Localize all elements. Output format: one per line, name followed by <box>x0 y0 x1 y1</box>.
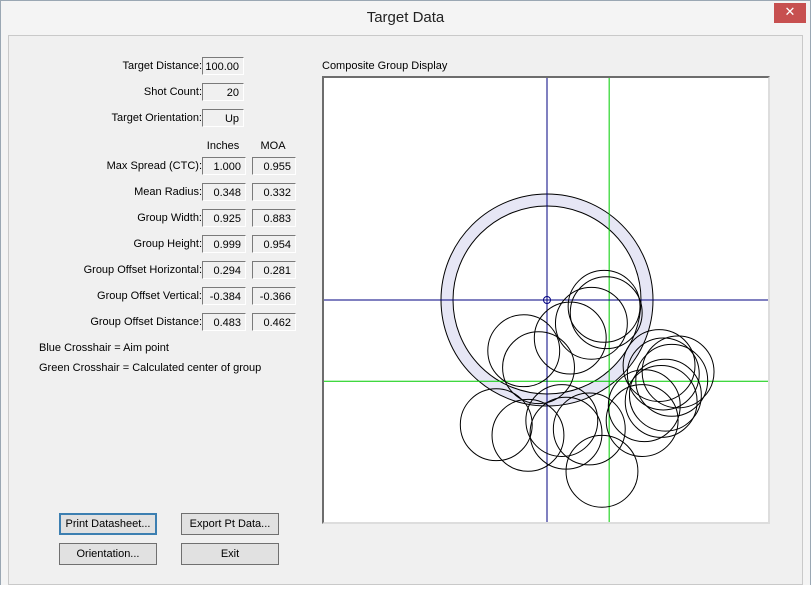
max-spread-inches: 1.000 <box>202 157 246 175</box>
offset-vertical-inches: -0.384 <box>202 287 246 305</box>
mean-radius-inches: 0.348 <box>202 183 246 201</box>
offset-vertical-label: Group Offset Vertical: <box>97 290 202 302</box>
close-icon: ✕ <box>784 5 796 20</box>
mean-radius-moa: 0.332 <box>252 183 296 201</box>
mean-radius-label: Mean Radius: <box>134 186 202 198</box>
shot-hole-14 <box>605 384 679 457</box>
offset-vertical-moa: -0.366 <box>252 287 296 305</box>
export-pt-data-button[interactable]: Export Pt Data... <box>181 513 279 535</box>
shot-hole-13 <box>607 369 681 443</box>
shot-hole-17 <box>529 396 603 470</box>
client-area: Target Distance: 100.00 Shot Count: 20 T… <box>8 35 803 585</box>
offset-horizontal-inches: 0.294 <box>202 261 246 279</box>
target-orientation-value: Up <box>202 109 244 127</box>
group-height-inches: 0.999 <box>202 235 246 253</box>
group-width-label: Group Width: <box>137 212 202 224</box>
target-data-window: Target Data ✕ Target Distance: 100.00 Sh… <box>0 0 811 593</box>
group-plot <box>324 78 768 522</box>
close-button[interactable]: ✕ <box>774 3 806 23</box>
offset-distance-inches: 0.483 <box>202 313 246 331</box>
target-orientation-label: Target Orientation: <box>111 112 203 124</box>
blue-crosshair-note: Blue Crosshair = Aim point <box>39 342 169 354</box>
orientation-button[interactable]: Orientation... <box>59 543 157 565</box>
group-height-label: Group Height: <box>133 238 202 250</box>
composite-group-display <box>322 76 770 524</box>
green-crosshair-note: Green Crosshair = Calculated center of g… <box>39 362 262 374</box>
max-spread-moa: 0.955 <box>252 157 296 175</box>
shot-hole-5 <box>487 314 561 388</box>
offset-distance-moa: 0.462 <box>252 313 296 331</box>
shot-hole-16 <box>491 398 565 472</box>
shot-hole-18 <box>552 392 626 466</box>
offset-horizontal-moa: 0.281 <box>252 261 296 279</box>
target-distance-label: Target Distance: <box>122 60 202 72</box>
moa-column-header: MOA <box>260 140 286 152</box>
shot-count-label: Shot Count: <box>143 86 202 98</box>
shot-hole-4 <box>567 269 641 343</box>
exit-button[interactable]: Exit <box>181 543 279 565</box>
offset-horizontal-label: Group Offset Horizontal: <box>83 264 202 276</box>
group-height-moa: 0.954 <box>252 235 296 253</box>
inches-column-header: Inches <box>206 140 240 152</box>
bottom-strip <box>0 585 811 593</box>
shot-count-value: 20 <box>202 83 244 101</box>
title-bar[interactable]: Target Data ✕ <box>1 1 810 35</box>
composite-group-display-label: Composite Group Display <box>322 60 448 72</box>
group-width-inches: 0.925 <box>202 209 246 227</box>
window-title: Target Data <box>366 9 445 26</box>
group-width-moa: 0.883 <box>252 209 296 227</box>
print-datasheet-button[interactable]: Print Datasheet... <box>59 513 157 535</box>
max-spread-label: Max Spread (CTC): <box>106 160 202 172</box>
shot-hole-2 <box>554 286 628 360</box>
shot-hole-20 <box>565 434 639 508</box>
target-distance-value: 100.00 <box>202 57 244 75</box>
offset-distance-label: Group Offset Distance: <box>90 316 202 328</box>
